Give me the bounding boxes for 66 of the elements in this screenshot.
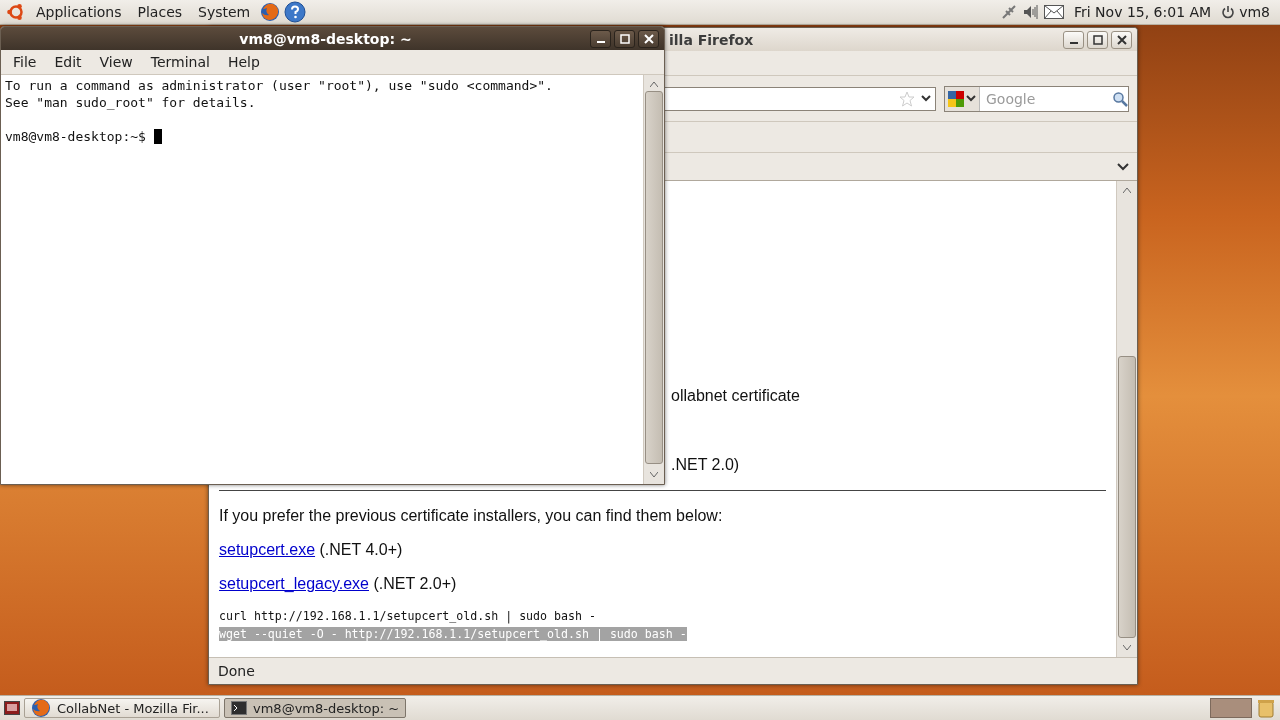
menu-item[interactable]: Edit xyxy=(46,52,90,72)
scroll-down-icon[interactable] xyxy=(1123,645,1131,651)
power-icon xyxy=(1221,5,1236,19)
help-icon[interactable] xyxy=(284,1,307,23)
show-desktop-icon[interactable] xyxy=(4,701,20,715)
mail-icon[interactable] xyxy=(1044,5,1064,19)
search-engine-icon[interactable] xyxy=(948,90,964,107)
page-paragraph: If you prefer the previous certificate installers, you can find them below: xyxy=(219,507,723,524)
window-title: vm8@vm8-desktop: ~ xyxy=(238,30,413,47)
menu-item[interactable]: View xyxy=(91,52,141,72)
search-bar[interactable]: Google xyxy=(944,85,1129,112)
status-text: Done xyxy=(218,663,255,679)
terminal-line: To run a command as administrator (user "root"), use "sudo <command>". xyxy=(5,78,553,93)
ubuntu-logo-icon[interactable] xyxy=(6,2,26,22)
scrollbar-thumb[interactable] xyxy=(645,91,663,464)
minimize-icon xyxy=(596,40,605,43)
dropdown-icon[interactable] xyxy=(966,95,976,102)
menu-item[interactable]: File xyxy=(5,52,45,72)
maximize-icon xyxy=(619,33,630,44)
close-button[interactable] xyxy=(1111,30,1132,49)
page-text: ollabnet certificate xyxy=(671,387,800,404)
minimize-icon xyxy=(1069,41,1078,44)
window-title: illa Firefox xyxy=(669,31,754,48)
network-icon[interactable] xyxy=(1000,3,1018,21)
maximize-icon xyxy=(1092,34,1103,45)
command-line: curl http://192.168.1.1/setupcert_old.sh | sudo bash - xyxy=(219,609,596,623)
dropdown-icon[interactable] xyxy=(921,95,931,102)
browser-icon[interactable] xyxy=(31,698,51,718)
minimize-button[interactable] xyxy=(1063,30,1084,49)
panel-menu[interactable]: Applications xyxy=(30,2,128,22)
menu-item[interactable]: Terminal xyxy=(142,52,218,72)
chevron-down-icon[interactable] xyxy=(1117,162,1129,171)
close-button[interactable] xyxy=(638,29,659,48)
close-icon xyxy=(643,33,654,44)
scroll-up-icon[interactable] xyxy=(1123,187,1131,193)
download-link[interactable]: setupcert_legacy.exe xyxy=(219,575,369,592)
text-cursor xyxy=(153,129,162,144)
taskbar-button[interactable]: vm8@vm8-desktop: ~ xyxy=(224,698,407,718)
volume-icon[interactable] xyxy=(1022,3,1040,21)
version-note: (.NET 4.0+) xyxy=(319,541,403,558)
terminal-line: See "man sudo_root" for details. xyxy=(5,95,256,110)
terminal-prompt: vm8@vm8-desktop:~$ xyxy=(5,128,146,145)
panel-menu[interactable]: Places xyxy=(131,2,189,22)
scrollbar[interactable] xyxy=(1116,181,1137,657)
panel-menu[interactable]: System xyxy=(192,2,257,22)
maximize-button[interactable] xyxy=(1087,30,1108,49)
scrollbar[interactable] xyxy=(643,75,664,484)
menu-item[interactable]: Help xyxy=(219,52,268,72)
taskbar-button[interactable]: CollabNet - Mozilla Fir... xyxy=(24,698,220,718)
maximize-button[interactable] xyxy=(614,29,635,48)
minimize-button[interactable] xyxy=(590,29,611,48)
terminal-icon xyxy=(231,701,247,715)
page-text: .NET 2.0) xyxy=(671,456,740,473)
version-note: (.NET 2.0+) xyxy=(373,575,457,592)
scrollbar-thumb[interactable] xyxy=(1118,356,1136,639)
clock[interactable]: Fri Nov 15, 6:01 AM xyxy=(1068,4,1218,20)
star-icon[interactable] xyxy=(899,90,915,107)
download-link[interactable]: setupcert.exe xyxy=(219,541,316,558)
search-field[interactable]: Google xyxy=(984,89,1108,108)
scroll-down-icon[interactable] xyxy=(650,472,658,478)
close-icon xyxy=(1116,34,1127,45)
search-icon[interactable] xyxy=(1112,90,1128,107)
scroll-up-icon[interactable] xyxy=(650,81,658,87)
workspace-switcher[interactable] xyxy=(1210,698,1252,718)
user-menu[interactable]: vm8 xyxy=(1221,4,1274,20)
browser-launcher-icon[interactable] xyxy=(260,2,281,22)
